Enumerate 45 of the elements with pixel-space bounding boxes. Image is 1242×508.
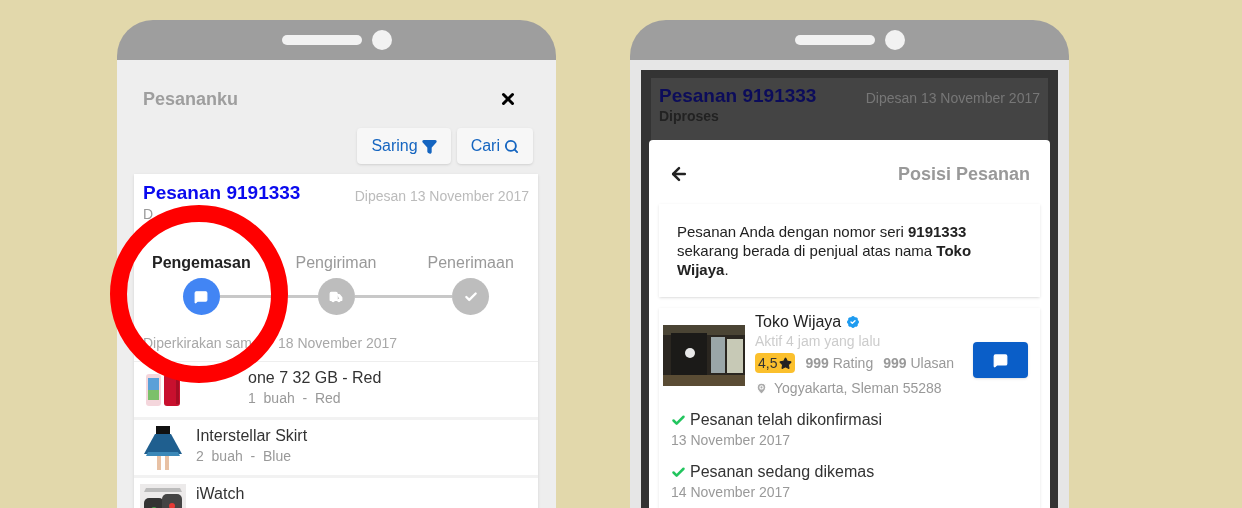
order-title: Pesanan 9191333 <box>659 84 817 108</box>
product-name: one 7 32 GB - Red <box>248 368 382 388</box>
review-count: 999 Ulasan <box>883 353 954 373</box>
check-icon <box>671 412 686 428</box>
dialog-title: Posisi Pesanan <box>897 162 1030 186</box>
search-button[interactable]: Cari <box>456 128 533 164</box>
star-icon <box>779 356 793 370</box>
order-status: D <box>143 207 155 221</box>
search-icon <box>504 138 519 154</box>
check-icon <box>463 289 478 304</box>
step-label: Pengiriman <box>295 253 377 273</box>
timeline-date: 14 November 2017 <box>671 483 792 502</box>
chat-icon <box>194 289 209 304</box>
product-detail: 2 buah - Blue <box>196 447 292 466</box>
product-name: iWatch <box>196 484 245 504</box>
chat-icon <box>993 352 1008 368</box>
store-location: Yogyakarta, Sleman 55288 <box>774 379 942 397</box>
truck-icon <box>329 289 343 304</box>
product-row[interactable]: one 7 32 GB - Red 1 buah - Red <box>134 362 538 420</box>
estimate-text: 18 November 2017 <box>278 334 398 352</box>
order-title[interactable]: Pesanan 9191333 <box>143 181 301 205</box>
timeline-text: Pesanan telah dikonfirmasi <box>690 410 883 430</box>
timeline-text: Pesanan sedang dikemas <box>690 462 875 482</box>
check-icon <box>671 464 686 480</box>
product-row[interactable]: iWatch <box>134 478 538 508</box>
location-pin-icon <box>755 381 768 395</box>
filter-icon <box>421 138 437 154</box>
verified-icon <box>845 314 862 330</box>
step-label: Pengemasan <box>151 253 251 273</box>
step-label: Penerimaan <box>427 253 514 273</box>
product-detail: 1 buah - Red <box>248 389 342 408</box>
rating-badge: 4,5 <box>755 353 796 373</box>
store-name[interactable]: Toko Wijaya <box>755 312 842 332</box>
estimate-text: Diperkirakan sam <box>143 334 253 352</box>
page-title: Pesananku <box>143 88 239 110</box>
close-icon[interactable] <box>499 90 517 108</box>
product-name: Interstellar Skirt <box>196 426 308 446</box>
order-date: Dipesan 13 November 2017 <box>354 187 529 206</box>
status-message: Pesanan Anda dengan nomor seri 9191333 sekarang berada di penjual atas nama Toko Wijaya. <box>677 222 973 279</box>
chat-button[interactable] <box>973 342 1028 378</box>
rating-count: 999 Rating <box>805 353 874 373</box>
filter-button[interactable]: Saring <box>357 128 451 164</box>
timeline-date: 13 November 2017 <box>671 431 792 450</box>
back-arrow-icon[interactable] <box>669 164 689 184</box>
product-row[interactable]: Interstellar Skirt 2 buah - Blue <box>134 420 538 478</box>
